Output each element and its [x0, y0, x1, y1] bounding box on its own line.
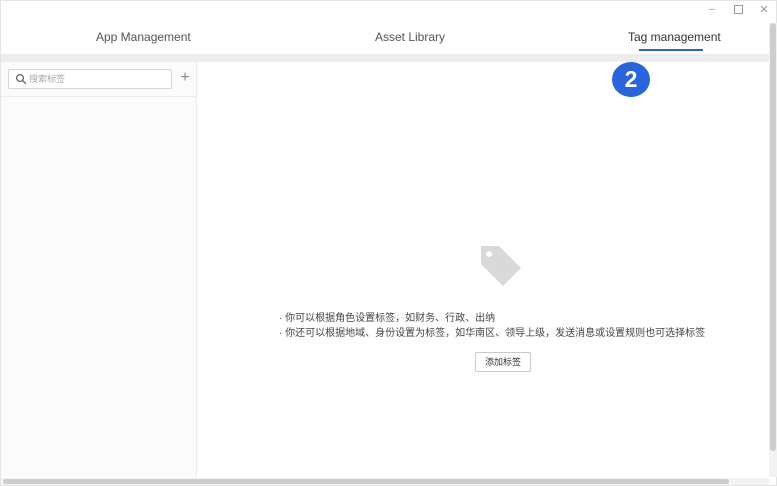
tab-bar: App Management Asset Library Tag managem…	[1, 23, 769, 55]
title-bar: − ✕	[1, 1, 776, 19]
tab-asset-library[interactable]: Asset Library	[375, 30, 445, 44]
app-window: − ✕ App Management Asset Library Tag man…	[0, 0, 777, 486]
search-input[interactable]	[29, 70, 169, 88]
tag-icon	[481, 246, 521, 286]
maximize-icon	[733, 5, 743, 14]
close-button[interactable]: ✕	[756, 2, 772, 18]
minimize-button[interactable]: −	[704, 2, 720, 18]
maximize-button[interactable]	[730, 2, 746, 18]
horizontal-scrollbar-thumb[interactable]	[3, 479, 729, 484]
sidebar-divider	[1, 96, 197, 97]
active-tab-indicator	[639, 49, 703, 51]
search-box[interactable]	[8, 69, 172, 89]
step-badge: 2	[612, 62, 650, 97]
empty-state-hint-2: · 你还可以根据地域、身份设置为标签，如华南区、领导上级，发送消息或设置规则也可…	[279, 328, 706, 339]
main-content: · 你可以根据角色设置标签，如财务、行政、出纳 · 你还可以根据地域、身份设置为…	[197, 62, 769, 477]
add-tag-plus-button[interactable]: +	[178, 68, 192, 88]
header-divider-strip	[1, 54, 769, 62]
empty-state-hint-1: · 你可以根据角色设置标签，如财务、行政、出纳	[279, 313, 496, 324]
add-tag-button[interactable]: 添加标签	[475, 352, 531, 372]
tab-app-management[interactable]: App Management	[96, 30, 191, 44]
tab-tag-management[interactable]: Tag management	[628, 30, 721, 44]
search-icon	[15, 73, 27, 85]
vertical-scrollbar-thumb[interactable]	[770, 23, 776, 451]
tag-sidebar: +	[1, 62, 197, 477]
